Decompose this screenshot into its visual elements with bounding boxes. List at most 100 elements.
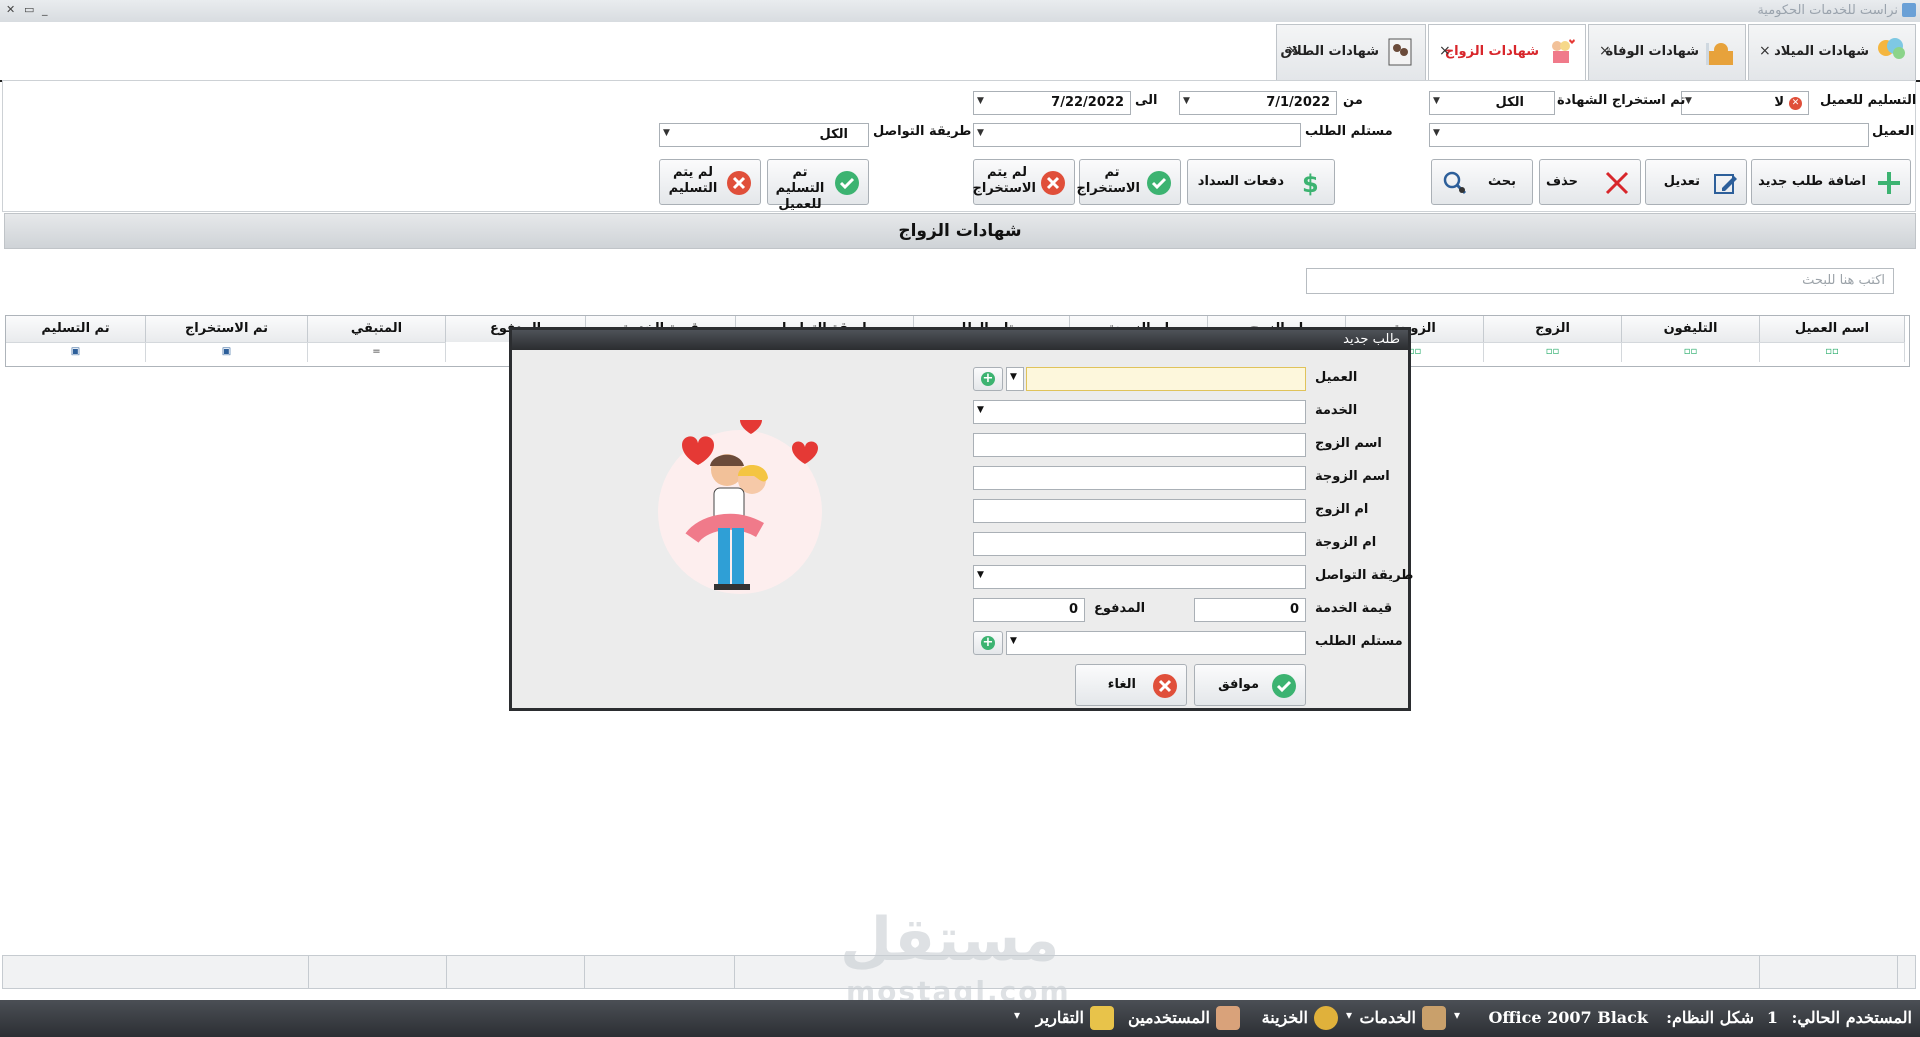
grid-search-input[interactable]: اكتب هنا للبحث bbox=[1306, 268, 1894, 294]
service-field[interactable]: ▼ bbox=[973, 400, 1306, 424]
filter-cell[interactable]: ▣ bbox=[6, 342, 146, 362]
chevron-down-icon[interactable]: ▼ bbox=[1433, 128, 1440, 138]
husband-mother-field[interactable] bbox=[973, 499, 1306, 523]
delivered-combo[interactable]: لا ✕ ▼ bbox=[1681, 91, 1809, 115]
filter-cell[interactable]: ▣ bbox=[146, 342, 308, 362]
not-delivered-label: لم يتم التسليم bbox=[668, 165, 718, 196]
client-label: العميل bbox=[1315, 370, 1358, 385]
services-icon[interactable] bbox=[1422, 1006, 1446, 1030]
edit-button[interactable]: تعديل bbox=[1645, 159, 1747, 205]
chevron-down-icon[interactable]: ▾ bbox=[1014, 1008, 1020, 1022]
to-date-picker[interactable]: 7/22/2022 ▼ bbox=[973, 91, 1131, 115]
add-request-button[interactable]: اضافة طلب جديد bbox=[1751, 159, 1911, 205]
tab-marriage-certificates[interactable]: شهادات الزواج × bbox=[1428, 24, 1586, 82]
contact-method-label: طريقة التواصل bbox=[1315, 568, 1414, 583]
col-remaining[interactable]: المتبقي bbox=[308, 316, 446, 342]
payments-button[interactable]: $ دفعات السداد bbox=[1187, 159, 1335, 205]
chevron-down-icon[interactable]: ▾ bbox=[1454, 1008, 1460, 1022]
treasury-icon[interactable] bbox=[1314, 1006, 1338, 1030]
restore-window-icon[interactable]: ▭ bbox=[24, 3, 34, 16]
svg-text:$: $ bbox=[1302, 170, 1319, 196]
col-husband[interactable]: الزوج bbox=[1484, 316, 1622, 342]
close-icon[interactable]: × bbox=[1599, 43, 1611, 59]
husband-name-field[interactable] bbox=[973, 433, 1306, 457]
receiver-field[interactable]: ▼ bbox=[1006, 631, 1306, 655]
chevron-down-icon: ▼ bbox=[1010, 636, 1017, 646]
plus-icon: + bbox=[981, 371, 995, 386]
delivered-button[interactable]: تم التسليم للعميل bbox=[767, 159, 869, 212]
chevron-down-icon[interactable]: ▼ bbox=[1183, 96, 1190, 106]
search-icon bbox=[1443, 171, 1467, 195]
delete-button[interactable]: حذف bbox=[1539, 159, 1641, 205]
col-phone[interactable]: التليفون bbox=[1622, 316, 1760, 342]
treasury-menu[interactable]: الخزينة bbox=[1262, 1008, 1308, 1027]
ok-button[interactable]: موافق bbox=[1194, 664, 1306, 706]
theme-value[interactable]: Office 2007 Black bbox=[1488, 1008, 1648, 1027]
search-button[interactable]: بحث bbox=[1431, 159, 1533, 205]
chevron-down-icon: ▼ bbox=[977, 405, 984, 415]
receiver-label: مستلم الطلب bbox=[1315, 634, 1403, 649]
tab-death-certificates[interactable]: شهادات الوفاة × bbox=[1588, 24, 1746, 80]
receiver-combo[interactable]: ▼ bbox=[973, 123, 1301, 147]
cancel-button[interactable]: الغاء bbox=[1075, 664, 1187, 706]
add-receiver-button[interactable]: + bbox=[973, 631, 1003, 655]
client-field[interactable] bbox=[1026, 367, 1306, 391]
filter-cell[interactable]: ▫▫ bbox=[1484, 342, 1622, 362]
current-user-label: المستخدم الحالي: bbox=[1791, 1008, 1912, 1027]
chevron-down-icon[interactable]: ▼ bbox=[977, 96, 984, 106]
col-delivered[interactable]: تم التسليم bbox=[6, 316, 146, 342]
service-value-label: قيمة الخدمة bbox=[1315, 601, 1393, 616]
add-client-button[interactable]: + bbox=[973, 367, 1003, 391]
extracted-button-label: تم الاستخراج bbox=[1076, 165, 1140, 196]
delete-icon bbox=[1605, 171, 1629, 195]
contact-value: الكل bbox=[819, 127, 848, 142]
footer-divider bbox=[1759, 956, 1760, 988]
minimize-window-icon[interactable]: _ bbox=[42, 3, 48, 16]
chevron-down-icon[interactable]: ▼ bbox=[977, 128, 984, 138]
extracted-button[interactable]: تم الاستخراج bbox=[1076, 159, 1181, 205]
users-icon[interactable] bbox=[1216, 1006, 1240, 1030]
footer-divider bbox=[584, 956, 585, 988]
client-combo[interactable]: ▼ bbox=[1429, 123, 1869, 147]
close-icon[interactable]: × bbox=[1287, 43, 1299, 59]
paid-field[interactable]: 0 bbox=[973, 598, 1085, 622]
clear-icon[interactable]: ✕ bbox=[1789, 97, 1802, 110]
chevron-down-icon[interactable]: ▼ bbox=[1685, 96, 1692, 106]
wife-mother-field[interactable] bbox=[973, 532, 1306, 556]
cancel-label: الغاء bbox=[1107, 677, 1136, 692]
filter-cell[interactable]: ▫▫ bbox=[1760, 342, 1905, 362]
close-window-icon[interactable]: ✕ bbox=[6, 3, 15, 16]
chevron-down-icon[interactable]: ▾ bbox=[1346, 1008, 1352, 1022]
col-client[interactable]: اسم العميل bbox=[1760, 316, 1905, 342]
contact-combo[interactable]: الكل ▼ bbox=[659, 123, 869, 147]
extracted-label: تم استخراج الشهادة bbox=[1557, 93, 1686, 108]
contact-method-field[interactable]: ▼ bbox=[973, 565, 1306, 589]
x-circle-icon bbox=[1153, 674, 1177, 698]
filter-cell[interactable]: = bbox=[308, 342, 446, 362]
reports-menu[interactable]: التقارير bbox=[1036, 1008, 1084, 1027]
client-dropdown-button[interactable]: ▼ bbox=[1006, 367, 1024, 391]
from-label: من bbox=[1343, 93, 1363, 108]
users-menu[interactable]: المستخدمين bbox=[1128, 1008, 1210, 1027]
couple-icon bbox=[1552, 39, 1575, 63]
not-delivered-button[interactable]: لم يتم التسليم bbox=[659, 159, 761, 205]
tab-birth-certificates[interactable]: شهادات الميلاد × bbox=[1748, 24, 1916, 80]
services-menu[interactable]: الخدمات bbox=[1359, 1008, 1416, 1027]
close-icon[interactable]: × bbox=[1759, 43, 1771, 59]
service-value-field[interactable]: 0 bbox=[1194, 598, 1306, 622]
wife-name-field[interactable] bbox=[973, 466, 1306, 490]
extracted-combo[interactable]: الكل ▼ bbox=[1429, 91, 1555, 115]
not-extracted-button[interactable]: لم يتم الاستخراج bbox=[972, 159, 1075, 205]
from-date-picker[interactable]: 7/1/2022 ▼ bbox=[1179, 91, 1337, 115]
col-extracted[interactable]: تم الاستخراج bbox=[146, 316, 308, 342]
chevron-down-icon[interactable]: ▼ bbox=[663, 128, 670, 138]
filter-cell[interactable]: ▫▫ bbox=[1622, 342, 1760, 362]
reports-icon[interactable] bbox=[1090, 1006, 1114, 1030]
chevron-down-icon[interactable]: ▼ bbox=[1433, 96, 1440, 106]
close-icon[interactable]: × bbox=[1439, 43, 1451, 59]
paid-value: 0 bbox=[1068, 602, 1078, 617]
tab-label: شهادات الزواج bbox=[1444, 44, 1539, 59]
dialog-title: طلب جديد bbox=[1343, 332, 1400, 347]
tab-divorce-certificates[interactable]: شهادات الطلاق × bbox=[1276, 24, 1426, 80]
dialog-title-bar[interactable]: طلب جديد bbox=[512, 330, 1408, 350]
